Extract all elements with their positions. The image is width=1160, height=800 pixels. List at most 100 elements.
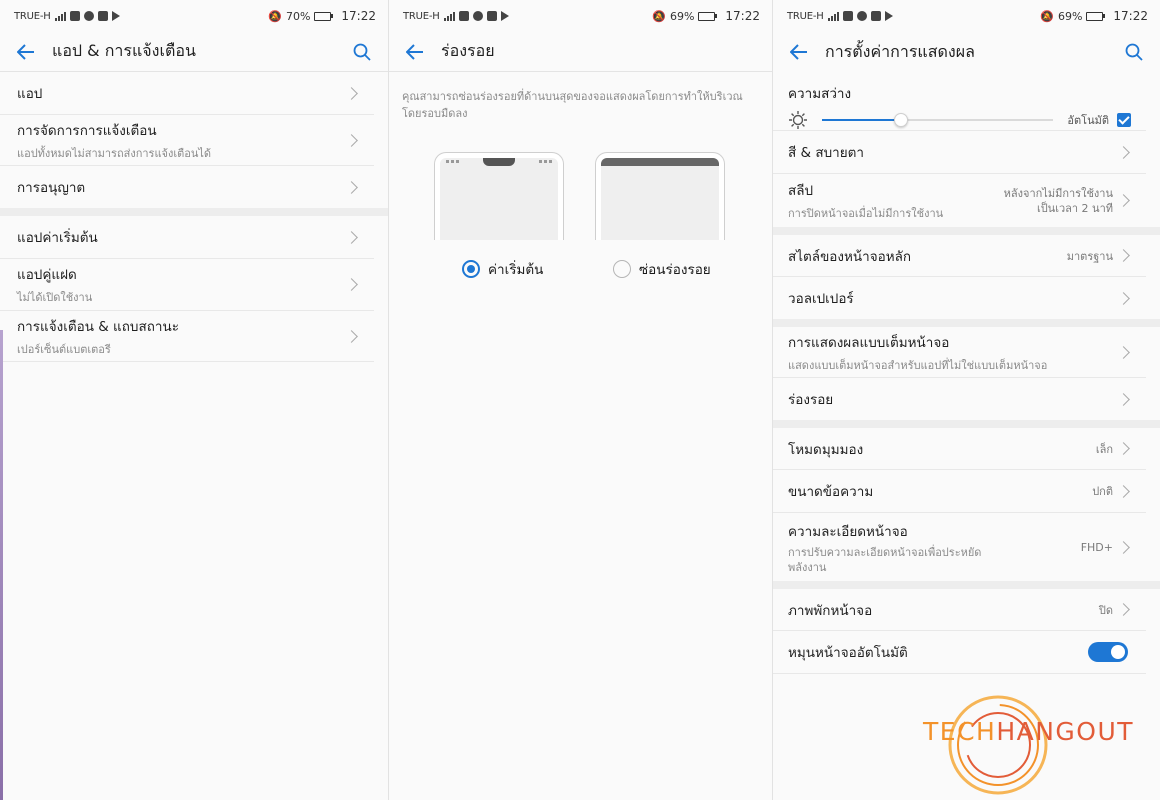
notch-description: คุณสามารถซ่อนร่องรอยที่ด้านบนสุดของจอแสด… xyxy=(402,90,743,120)
list-item-home-screen-style[interactable]: สไตล์ของหน้าจอหลัก มาตรฐาน xyxy=(773,235,1146,277)
auto-rotate-toggle[interactable] xyxy=(1088,642,1128,662)
chevron-right-icon xyxy=(1117,484,1130,498)
app-bar: ร่องรอย xyxy=(389,32,772,72)
list-item-notification-management[interactable]: การจัดการการแจ้งเตือน แอปทั้งหมดไม่สามาร… xyxy=(0,115,374,166)
watermark-text: TECHHANGOUT xyxy=(923,717,1134,746)
item-label: แอปค่าเริ่มต้น xyxy=(17,230,98,246)
item-label: การจัดการการแจ้งเตือน xyxy=(17,122,157,139)
chevron-right-icon xyxy=(1117,603,1130,616)
back-arrow-icon[interactable] xyxy=(787,40,811,64)
item-value: FHD+ xyxy=(1080,540,1113,554)
chevron-right-icon xyxy=(1117,345,1130,359)
item-label: แอป xyxy=(17,86,43,102)
list-item-default-apps[interactable]: แอปค่าเริ่มต้น xyxy=(0,216,374,259)
search-icon[interactable] xyxy=(350,40,374,64)
option-label: ค่าเริ่มต้น xyxy=(488,262,544,278)
list-item-app-twin[interactable]: แอปคู่แฝด ไม่ได้เปิดใช้งาน xyxy=(0,259,374,311)
item-label: สี & สบายตา xyxy=(788,145,864,161)
list-item-view-mode[interactable]: โหมดมุมมอง เล็ก xyxy=(773,428,1146,470)
sleep-value-line2: เป็นเวลา 2 นาที xyxy=(1036,201,1113,215)
line-icon xyxy=(856,11,867,21)
section-gap xyxy=(773,319,1160,327)
signal-icon xyxy=(54,11,66,21)
list-item-permissions[interactable]: การอนุญาต xyxy=(0,166,374,208)
auto-brightness-label: อัตโนมัติ xyxy=(1067,114,1109,127)
app-bar: การตั้งค่าการแสดงผล xyxy=(773,32,1160,72)
battery-icon xyxy=(314,11,334,21)
back-arrow-icon[interactable] xyxy=(403,40,427,64)
item-subtitle: แสดงแบบเต็มหน้าจอสำหรับแอปที่ไม่ใช่แบบเต… xyxy=(788,358,1048,372)
wallpaper-edge xyxy=(0,330,3,800)
item-subtitle: การปิดหน้าจอเมื่อไม่มีการใช้งาน xyxy=(788,207,944,220)
chevron-right-icon xyxy=(1117,540,1130,554)
auto-brightness-checkbox[interactable] xyxy=(1117,113,1131,127)
status-bar: TRUE-H 🔕 69% 17:22 xyxy=(773,0,1160,32)
carrier-label: TRUE-H xyxy=(14,10,51,22)
list-item-notch[interactable]: ร่องรอย xyxy=(773,378,1146,420)
brightness-slider-thumb[interactable] xyxy=(893,113,908,127)
clock: 17:22 xyxy=(341,9,376,23)
battery-percent: 69% xyxy=(1057,9,1083,23)
chevron-right-icon xyxy=(345,180,358,194)
item-label: ความละเอียดหน้าจอ xyxy=(788,523,908,540)
carrier-label: TRUE-H xyxy=(787,10,824,22)
list-item-text-size[interactable]: ขนาดข้อความ ปกติ xyxy=(773,470,1146,513)
list-item-screen-resolution[interactable]: ความละเอียดหน้าจอ การปรับความละเอียดหน้า… xyxy=(773,513,1146,581)
item-value: เล็ก xyxy=(1095,442,1113,456)
list-item-full-screen-display[interactable]: การแสดงผลแบบเต็มหน้าจอ แสดงแบบเต็มหน้าจอ… xyxy=(773,327,1146,378)
list-item-wallpaper[interactable]: วอลเปเปอร์ xyxy=(773,277,1146,319)
option-hide-notch[interactable]: ซ่อนร่องรอย xyxy=(613,258,711,280)
signal-icon xyxy=(443,11,455,21)
radio-unselected-icon[interactable] xyxy=(613,260,631,278)
sleep-value: หลังจากไม่มีการใช้งาน เป็นเวลา 2 นาที xyxy=(1004,186,1113,216)
chevron-right-icon xyxy=(1117,442,1130,455)
item-label: โหมดมุมมอง xyxy=(788,441,864,458)
chevron-right-icon xyxy=(345,278,358,291)
chevron-right-icon xyxy=(345,329,358,343)
list-item-auto-rotate[interactable]: หมุนหน้าจออัตโนมัติ xyxy=(773,631,1146,674)
list-item-apps[interactable]: แอป xyxy=(0,72,374,115)
apps-notifications-screen: TRUE-H 🔕 70% 17:22 แอป & การแจ้งเตือน แอ… xyxy=(0,0,388,800)
preview-default[interactable] xyxy=(434,152,564,240)
watermark-part2: HANGOUT xyxy=(996,717,1135,746)
item-value: ปิด xyxy=(1098,603,1113,617)
item-subtitle: เปอร์เซ็นต์แบตเตอรี xyxy=(17,342,111,356)
section-gap xyxy=(773,420,1160,428)
brightness-slider-fill xyxy=(822,119,901,121)
item-subtitle: ไม่ได้เปิดใช้งาน xyxy=(17,291,93,304)
radio-selected-icon[interactable] xyxy=(462,260,480,278)
facebook-icon xyxy=(458,11,469,21)
play-store-icon xyxy=(500,11,509,21)
item-label: ร่องรอย xyxy=(788,392,834,408)
page-title: การตั้งค่าการแสดงผล xyxy=(825,41,975,61)
techhangout-watermark: TECHHANGOUT xyxy=(923,693,1159,798)
notch-screen: TRUE-H 🔕 69% 17:22 ร่องรอย คุณสามารถซ่อน… xyxy=(389,0,772,800)
search-icon[interactable] xyxy=(1122,40,1146,64)
back-arrow-icon[interactable] xyxy=(14,40,38,64)
notch-options: ค่าเริ่มต้น ซ่อนร่องรอย xyxy=(389,252,772,292)
list-item-notifications-status-bar[interactable]: การแจ้งเตือน & แถบสถานะ เปอร์เซ็นต์แบตเต… xyxy=(0,311,374,362)
chevron-right-icon xyxy=(1117,194,1130,207)
line-icon xyxy=(472,11,483,21)
list-item-screensaver[interactable]: ภาพพักหน้าจอ ปิด xyxy=(773,589,1146,631)
item-subtitle-line2: พลังงาน xyxy=(788,560,827,574)
chevron-right-icon xyxy=(345,133,358,147)
list-item-sleep[interactable]: สลีป การปิดหน้าจอเมื่อไม่มีการใช้งาน หลั… xyxy=(773,174,1146,227)
brightness-sun-icon xyxy=(788,110,808,130)
mute-icon: 🔕 xyxy=(268,9,282,23)
preview-hide-notch[interactable] xyxy=(595,152,725,240)
list-item-color-eye-comfort[interactable]: สี & สบายตา xyxy=(773,131,1146,174)
item-value: ปกติ xyxy=(1092,485,1113,498)
item-subtitle-line1: การปรับความละเอียดหน้าจอเพื่อประหยัด xyxy=(788,545,982,559)
item-label: หมุนหน้าจออัตโนมัติ xyxy=(788,645,908,661)
carrier-label: TRUE-H xyxy=(403,10,440,22)
youtube-icon xyxy=(486,11,497,21)
youtube-icon xyxy=(870,11,881,21)
status-bar: TRUE-H 🔕 69% 17:22 xyxy=(389,0,772,32)
brightness-slider[interactable] xyxy=(822,113,1054,127)
facebook-icon xyxy=(69,11,80,21)
chevron-right-icon xyxy=(1117,145,1130,159)
option-default[interactable]: ค่าเริ่มต้น xyxy=(462,258,543,280)
sleep-value-line1: หลังจากไม่มีการใช้งาน xyxy=(1003,186,1113,200)
chevron-right-icon xyxy=(345,86,358,100)
